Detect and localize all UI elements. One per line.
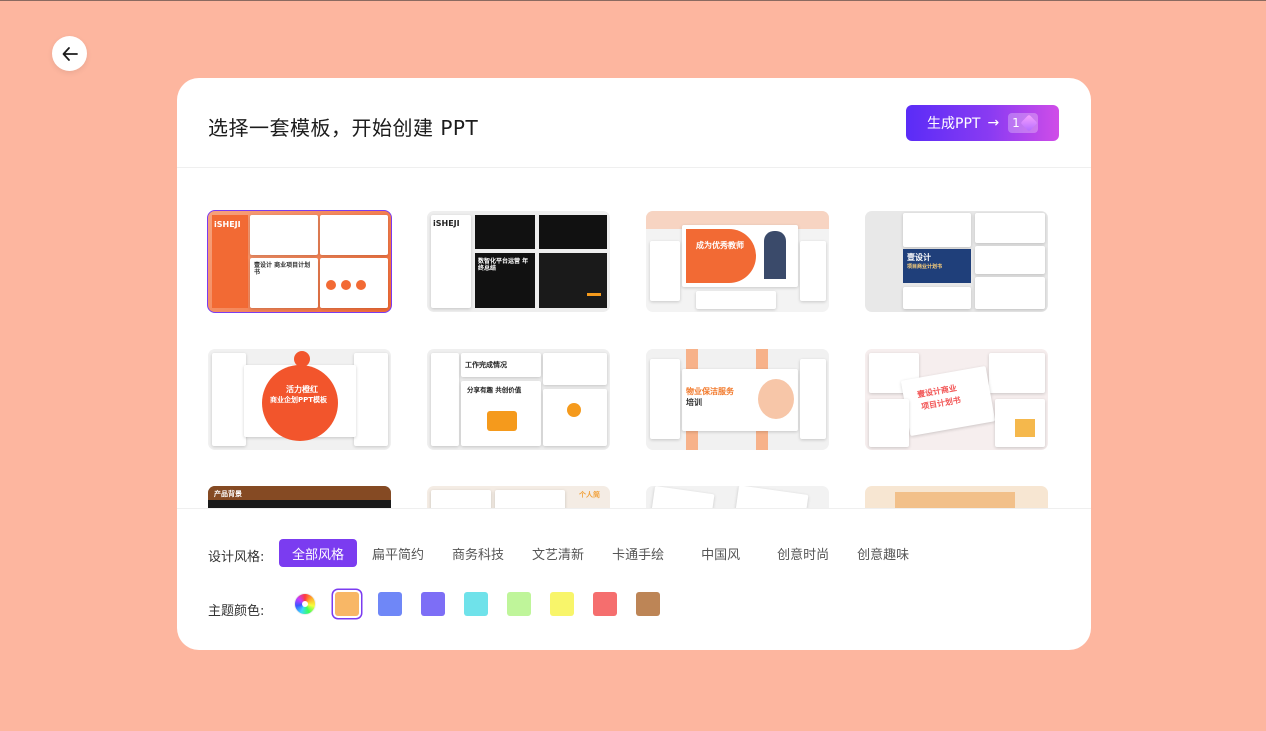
template-1-sub: 壹设计 商业项目计划书: [254, 262, 311, 276]
template-2-sub: 数智化平台运营 年终总结: [478, 258, 529, 272]
template-7-title: 物业保洁服务: [686, 387, 734, 396]
template-4-title: 壹设计: [907, 253, 931, 262]
template-thumbnail-5[interactable]: 活力橙红 商业企划PPT模板: [208, 349, 391, 450]
style-tab-all[interactable]: 全部风格: [279, 539, 358, 567]
template-6-title: 工作完成情况: [465, 361, 507, 369]
template-thumbnail-9[interactable]: 产品背景: [208, 486, 391, 508]
color-swatch-red[interactable]: [593, 592, 617, 616]
template-10-title: 个人简: [579, 491, 600, 499]
arrow-right-icon: →: [987, 115, 1000, 131]
template-thumbnail-2[interactable]: iSHEJI 数智化平台运营 年终总结: [427, 211, 610, 312]
theme-color-label: 主题颜色:: [208, 604, 265, 619]
generate-ppt-label: 生成PPT: [927, 116, 981, 132]
style-tab-literary[interactable]: 文艺清新: [519, 539, 597, 567]
design-style-label: 设计风格:: [208, 550, 265, 565]
template-thumbnail-3[interactable]: 成为优秀教师: [646, 211, 829, 312]
template-thumbnail-10[interactable]: 个人简: [427, 486, 610, 508]
page-title: 选择一套模板，开始创建 PPT: [208, 116, 479, 140]
template-7-sub: 培训: [686, 398, 702, 407]
filter-panel: 设计风格: 全部风格 扁平简约 商务科技 文艺清新 卡通手绘 中国风 创意时尚 …: [177, 508, 1091, 650]
color-swatch-cyan[interactable]: [464, 592, 488, 616]
template-3-title: 成为优秀教师: [696, 241, 744, 250]
template-5-sub: 商业企划PPT模板: [270, 396, 328, 404]
arrow-left-icon: [62, 46, 78, 61]
generate-ppt-button[interactable]: 生成PPT → 1: [906, 105, 1059, 141]
template-thumbnail-1[interactable]: iSHEJI 壹设计 商业项目计划书: [207, 210, 392, 313]
card-header: 选择一套模板，开始创建 PPT 生成PPT → 1: [177, 78, 1091, 168]
template-thumbnail-6[interactable]: 工作完成情况 分享有趣 共创价值: [427, 349, 610, 450]
style-tab-cartoon[interactable]: 卡通手绘: [599, 539, 677, 567]
diamond-icon: [1020, 114, 1038, 132]
color-wheel-icon[interactable]: [294, 593, 316, 615]
template-9-title: 产品背景: [214, 490, 242, 498]
style-tab-list: 全部风格 扁平简约 商务科技 文艺清新 卡通手绘 中国风 创意时尚 创意趣味: [279, 539, 924, 567]
back-button[interactable]: [52, 36, 87, 71]
color-swatch-green[interactable]: [507, 592, 531, 616]
style-tab-flat[interactable]: 扁平简约: [359, 539, 437, 567]
style-tab-business-tech[interactable]: 商务科技: [439, 539, 517, 567]
template-grid: iSHEJI 壹设计 商业项目计划书 iSHEJI 数智化平台运营 年终总结 成…: [177, 169, 1091, 508]
style-tab-creative-fun[interactable]: 创意趣味: [844, 539, 922, 567]
color-swatch-orange[interactable]: [335, 592, 359, 616]
template-thumbnail-7[interactable]: 物业保洁服务 培训: [646, 349, 829, 450]
color-swatch-list: [294, 592, 679, 616]
color-swatch-brown[interactable]: [636, 592, 660, 616]
template-5-title: 活力橙红: [286, 385, 318, 394]
template-thumbnail-8[interactable]: 壹设计商业 项目计划书: [865, 349, 1048, 450]
template-1-title: iSHEJI: [214, 220, 241, 229]
color-swatch-purple[interactable]: [421, 592, 445, 616]
template-picker-card: 选择一套模板，开始创建 PPT 生成PPT → 1 iSHEJI 壹设计 商业项…: [177, 78, 1091, 650]
template-thumbnail-11[interactable]: [646, 486, 829, 508]
credit-count: 1: [1012, 116, 1020, 130]
credit-badge: 1: [1008, 113, 1038, 133]
template-thumbnail-4[interactable]: 壹设计 项目商业计划书: [865, 211, 1048, 312]
color-swatch-yellow[interactable]: [550, 592, 574, 616]
color-swatch-blue[interactable]: [378, 592, 402, 616]
template-2-title: iSHEJI: [433, 219, 460, 228]
template-thumbnail-12[interactable]: [865, 486, 1048, 508]
template-4-sub: 项目商业计划书: [907, 264, 943, 270]
template-6-sub: 分享有趣 共创价值: [467, 386, 522, 394]
style-tab-chinese[interactable]: 中国风: [679, 539, 762, 567]
style-tab-creative-fashion[interactable]: 创意时尚: [764, 539, 842, 567]
